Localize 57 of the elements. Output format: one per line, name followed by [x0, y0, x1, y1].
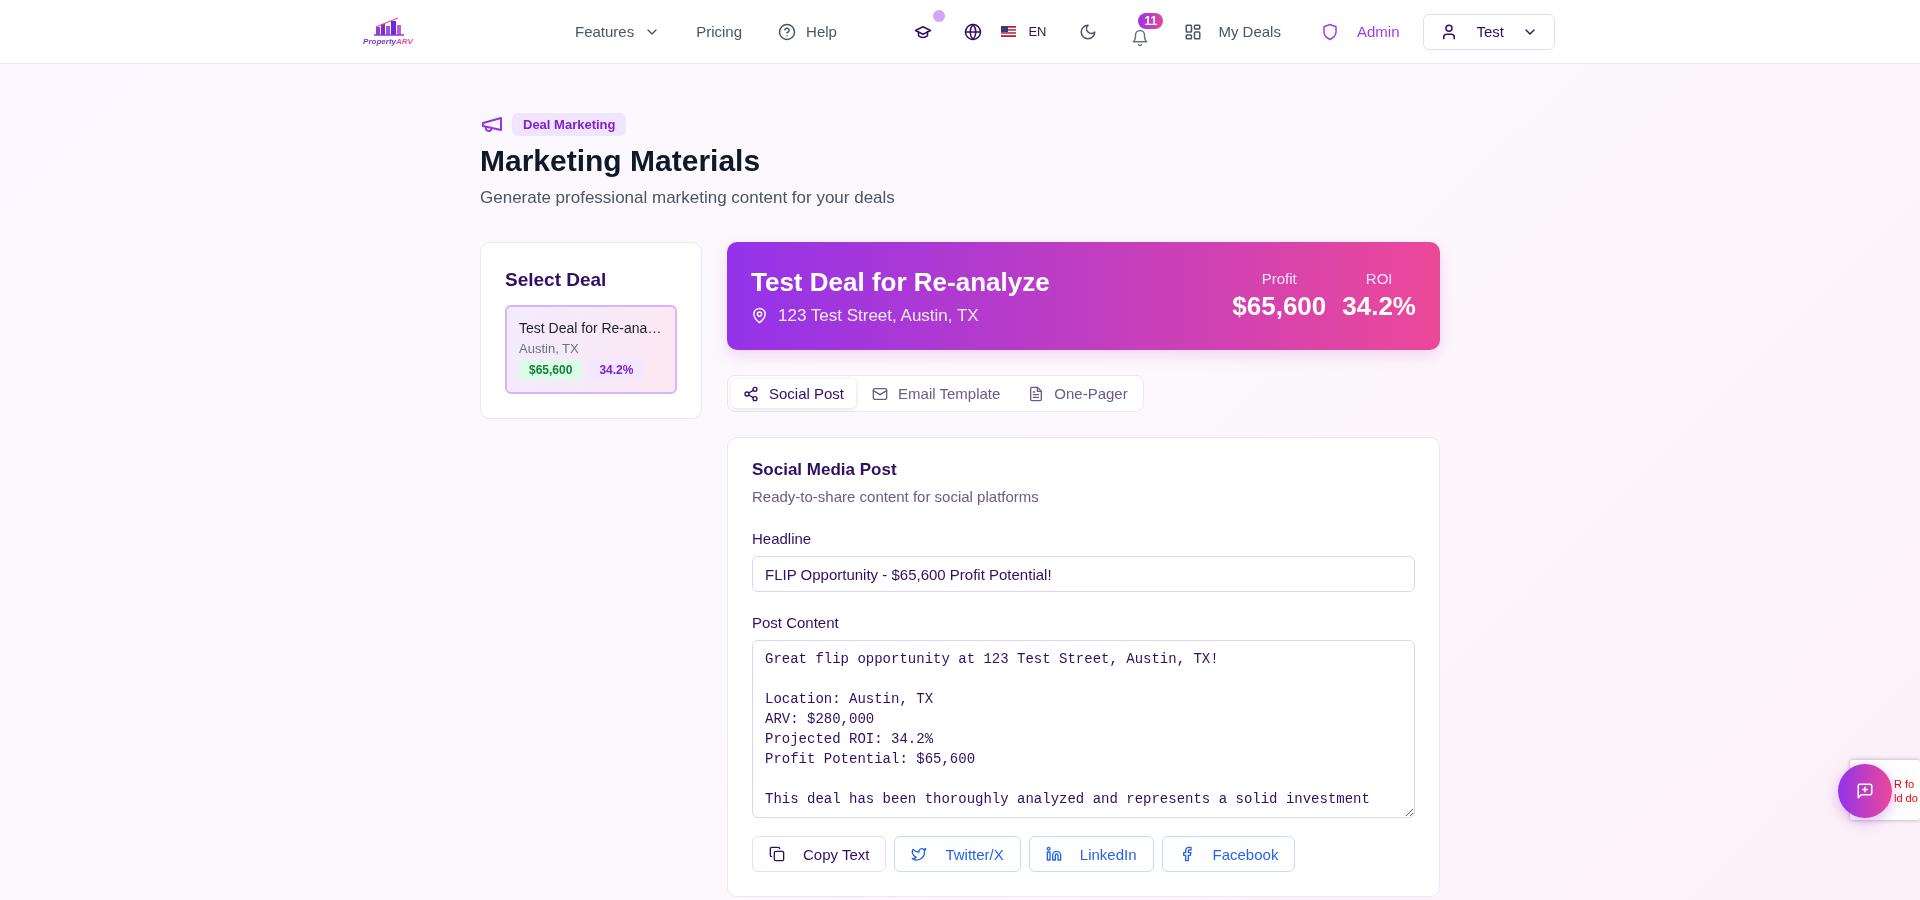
share-button[interactable]: LinkedIn [1028, 836, 1154, 872]
page-title: Marketing Materials [480, 144, 762, 178]
my-deals-link[interactable]: My Deals [1184, 22, 1281, 41]
help-icon [778, 22, 797, 41]
nav-link[interactable]: Help [778, 22, 837, 41]
field-label: Post Content [752, 614, 840, 631]
tab[interactable]: Email Template [860, 379, 1013, 408]
language-code[interactable]: EN [1028, 24, 1047, 39]
share-button[interactable]: Twitter/X [894, 836, 1021, 872]
bird-icon [911, 846, 928, 862]
stat-value: 34.2% [1342, 291, 1416, 322]
section-badge: Deal Marketing [512, 112, 627, 136]
card-title: Social Media Post [752, 460, 898, 480]
tab[interactable]: Social Post [731, 379, 857, 408]
logo-text[interactable]: PropertyARV [363, 37, 413, 46]
stat-value: $65,600 [1232, 291, 1327, 322]
linkedin-icon [1045, 846, 1062, 862]
notifications-button[interactable]: 11 [1118, 12, 1163, 53]
copy-button[interactable]: Copy Text [752, 836, 887, 872]
notification-dot [933, 9, 946, 22]
share-button[interactable]: Facebook [1161, 836, 1296, 872]
shield-icon [1320, 22, 1339, 41]
flag-icon [1001, 26, 1017, 37]
admin-link[interactable]: Admin [1320, 22, 1400, 41]
field-label: Headline [752, 530, 813, 547]
error-text: ld do [1894, 791, 1919, 805]
error-text: R fo [1894, 777, 1916, 791]
post-content-field[interactable]: Great flip opportunity at 123 Test Street, Austin, TX! Location: Austin, TX ARV: $280,000 Projected ROI: 34.2% Profit Potential: $65,600 This deal has been thoroughly analyzed and represents a solid investment [752, 640, 1415, 818]
roi-tag: 34.2% [589, 360, 644, 380]
card-subtitle: Ready-to-share content for social platforms [752, 488, 1040, 505]
deal-address: 123 Test Street, Austin, TX [778, 305, 979, 326]
deal-location: Austin, TX [519, 341, 580, 356]
globe-icon [964, 22, 983, 41]
share-icon [743, 385, 759, 402]
stat-label: Profit [1260, 270, 1298, 287]
nav-link[interactable]: Pricing [696, 23, 743, 40]
notification-count: 11 [1138, 12, 1164, 29]
grid-icon [1184, 22, 1203, 41]
deal-item[interactable]: Test Deal for Re-ana… Austin, TX $65,600 34.2% [505, 305, 677, 394]
nav-link[interactable]: Features [575, 23, 661, 40]
document-icon [1028, 385, 1045, 402]
page-subtitle: Generate professional marketing content for your deals [480, 188, 896, 208]
bell-icon [1131, 28, 1150, 47]
chat-button[interactable] [1838, 764, 1892, 818]
headline-field[interactable]: FLIP Opportunity - $65,600 Profit Potential! [752, 556, 1415, 592]
deal-name: Test Deal for Re-ana… [519, 319, 662, 337]
chat-plus-icon [1856, 782, 1874, 800]
moon-icon [1079, 22, 1098, 41]
tab[interactable]: One-Pager [1016, 379, 1140, 408]
card-title: Select Deal [505, 269, 608, 291]
location-pin-icon [751, 307, 768, 324]
copy-icon [769, 846, 785, 862]
mail-icon [872, 385, 889, 402]
deal-title: Test Deal for Re-analyze [751, 266, 1050, 298]
profit-tag: $65,600 [519, 360, 583, 380]
stat-label: ROI [1364, 270, 1394, 287]
user-menu-button[interactable]: Test [1423, 13, 1555, 50]
